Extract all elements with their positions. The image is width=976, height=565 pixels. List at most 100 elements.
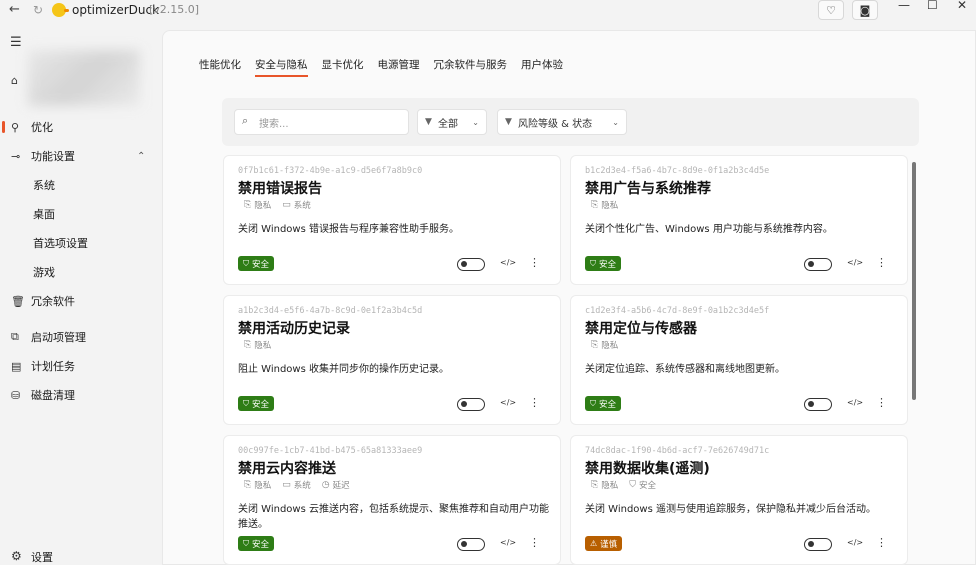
risk-badge-label: 安全: [252, 259, 270, 270]
tag: ⎘ 隐私: [244, 339, 271, 351]
sidebar-item-optimize[interactable]: ⚲ 优化: [0, 114, 160, 140]
tweak-card: 74dc8dac-1f90-4b6d-acf7-7e626749d71c 禁用数…: [570, 435, 908, 565]
tweak-id: 00c997fe-1cb7-41bd-b475-65a81333aee9: [238, 446, 423, 456]
tag: ▭ 系统: [282, 479, 311, 491]
screenshot-camera-icon[interactable]: ◙: [852, 0, 878, 20]
sidebar-item-label: 系统: [33, 179, 55, 192]
sidebar-item-label: 功能设置: [31, 150, 75, 163]
tweak-title: 禁用云内容推送: [238, 461, 336, 477]
filter-icon: ▼: [505, 117, 512, 127]
tweak-card: c1d2e3f4-a5b6-4c7d-8e9f-0a1b2c3d4e5f 禁用定…: [570, 295, 908, 425]
minimize-icon[interactable]: —: [898, 0, 910, 12]
tweak-toggle[interactable]: [457, 258, 485, 271]
tweak-title: 禁用数据收集(遥测): [585, 461, 710, 477]
tag: ◷ 延迟: [322, 479, 350, 491]
filter-bar: ⌕ 搜索... ▼ 全部 ⌄ ▼ 风险等级 & 状态 ⌄: [222, 98, 919, 146]
rocket-icon: ⚲: [11, 120, 20, 134]
code-icon[interactable]: </>: [847, 258, 863, 267]
sidebar-item-system[interactable]: 系统: [0, 172, 160, 198]
search-input[interactable]: ⌕ 搜索...: [234, 109, 409, 135]
tweak-toggle[interactable]: [457, 398, 485, 411]
tag-label: 隐私: [254, 201, 272, 211]
tweak-description: 关闭定位追踪、系统传感器和离线地图更新。: [585, 364, 785, 375]
close-icon[interactable]: ✕: [957, 0, 967, 12]
code-icon[interactable]: </>: [847, 398, 863, 407]
tweak-description: 关闭 Windows 遥测与使用追踪服务，保护隐私并减少后台活动。: [585, 504, 876, 515]
maximize-icon[interactable]: ☐: [927, 0, 938, 12]
code-icon[interactable]: </>: [500, 398, 516, 407]
risk-filter-dropdown[interactable]: ▼ 风险等级 & 状态 ⌄: [497, 109, 627, 135]
sidebar-item-games[interactable]: 游戏: [0, 259, 160, 285]
shield-check-icon: ⛉: [243, 258, 249, 268]
tweak-title: 禁用广告与系统推荐: [585, 181, 711, 197]
tweak-toggle[interactable]: [804, 258, 832, 271]
tweak-description: 关闭 Windows 错误报告与程序兼容性助手服务。: [238, 224, 459, 235]
category-filter-dropdown[interactable]: ▼ 全部 ⌄: [417, 109, 487, 135]
tag: ⛉ 安全: [629, 479, 656, 491]
monitor-icon: ▭: [282, 480, 291, 490]
duck-logo-icon: [52, 3, 69, 17]
tab-5[interactable]: 用户体验: [521, 57, 563, 77]
tag: ⎘ 隐私: [244, 479, 271, 491]
risk-badge: ⛉ 安全: [585, 396, 622, 411]
more-options-icon[interactable]: ⋮: [529, 396, 540, 409]
tweak-toggle[interactable]: [457, 538, 485, 551]
disk-icon: ⛁: [11, 388, 21, 402]
chevron-up-icon: ⌃: [137, 150, 146, 162]
sidebar-item-desktop[interactable]: 桌面: [0, 201, 160, 227]
sidebar-item-disk[interactable]: ⛁ 磁盘清理: [0, 382, 160, 408]
refresh-icon[interactable]: ↻: [33, 3, 43, 17]
risk-filter-label: 风险等级 & 状态: [518, 118, 593, 130]
more-options-icon[interactable]: ⋮: [876, 536, 887, 549]
tweak-id: 0f7b1c61-f372-4b9e-a1c9-d5e6f7a8b9c0: [238, 166, 423, 176]
more-options-icon[interactable]: ⋮: [876, 256, 887, 269]
code-icon[interactable]: </>: [500, 258, 516, 267]
tag: ⎘ 隐私: [591, 479, 618, 491]
tweak-title: 禁用定位与传感器: [585, 321, 697, 337]
tweak-id: b1c2d3e4-f5a6-4b7c-8d9e-0f1a2b3c4d5e: [585, 166, 770, 176]
tag: ⎘ 隐私: [244, 199, 271, 211]
tweak-description: 关闭个性化广告、Windows 用户功能与系统推荐内容。: [585, 224, 833, 235]
risk-badge: ⛉ 安全: [238, 256, 275, 271]
tweak-title: 禁用错误报告: [238, 181, 322, 197]
tab-2[interactable]: 显卡优化: [322, 57, 364, 77]
sidebar-item-label: 首选项设置: [33, 237, 88, 250]
tweak-toggle[interactable]: [804, 538, 832, 551]
code-icon[interactable]: </>: [500, 538, 516, 547]
sidebar-item-tasks[interactable]: ▤ 计划任务: [0, 353, 160, 379]
favorite-heart-icon[interactable]: ♡: [818, 0, 844, 20]
tweak-id: a1b2c3d4-e5f6-4a7b-8c9d-0e1f2a3b4c5d: [238, 306, 423, 316]
toggle-icon: ⊸: [11, 149, 21, 163]
tab-3[interactable]: 电源管理: [378, 57, 420, 77]
tag-label: 系统: [293, 201, 311, 211]
more-options-icon[interactable]: ⋮: [529, 536, 540, 549]
sidebar-item-settings[interactable]: 设置: [31, 549, 53, 565]
back-arrow-icon[interactable]: ←: [9, 2, 20, 17]
settings-gear-icon[interactable]: ⚙: [11, 549, 22, 563]
scrollbar-thumb[interactable]: [912, 162, 916, 400]
tweak-toggle[interactable]: [804, 398, 832, 411]
tab-1[interactable]: 安全与隐私: [255, 57, 308, 77]
shield-check-icon: ⛉: [243, 538, 249, 548]
more-options-icon[interactable]: ⋮: [876, 396, 887, 409]
code-icon[interactable]: </>: [847, 538, 863, 547]
sidebar-item-label: 启动项管理: [31, 331, 86, 344]
risk-badge: ⛉ 安全: [238, 536, 275, 551]
more-options-icon[interactable]: ⋮: [529, 256, 540, 269]
tag: ⎘ 隐私: [591, 199, 618, 211]
sidebar-item-startup[interactable]: ⧉ 启动项管理: [0, 324, 160, 350]
sidebar-item-preferences[interactable]: 首选项设置: [0, 230, 160, 256]
sidebar-item-bloatware[interactable]: 🗑 冗余软件: [0, 288, 160, 314]
tab-0[interactable]: 性能优化: [199, 57, 241, 77]
risk-badge: ⛉ 安全: [585, 256, 622, 271]
hamburger-menu-icon[interactable]: ☰: [10, 35, 22, 50]
tweak-description: 阻止 Windows 收集并同步你的操作历史记录。: [238, 364, 449, 375]
privacy-icon: ⎘: [244, 340, 252, 350]
risk-badge-label: 安全: [599, 399, 617, 410]
sidebar-item-home[interactable]: ⌂: [0, 67, 160, 93]
sidebar-item-feature-settings[interactable]: ⊸ 功能设置 ⌃: [0, 143, 160, 169]
privacy-icon: ⎘: [244, 480, 252, 490]
filter-icon: ▼: [425, 117, 432, 127]
tab-4[interactable]: 冗余软件与服务: [434, 57, 508, 77]
privacy-icon: ⎘: [591, 340, 599, 350]
